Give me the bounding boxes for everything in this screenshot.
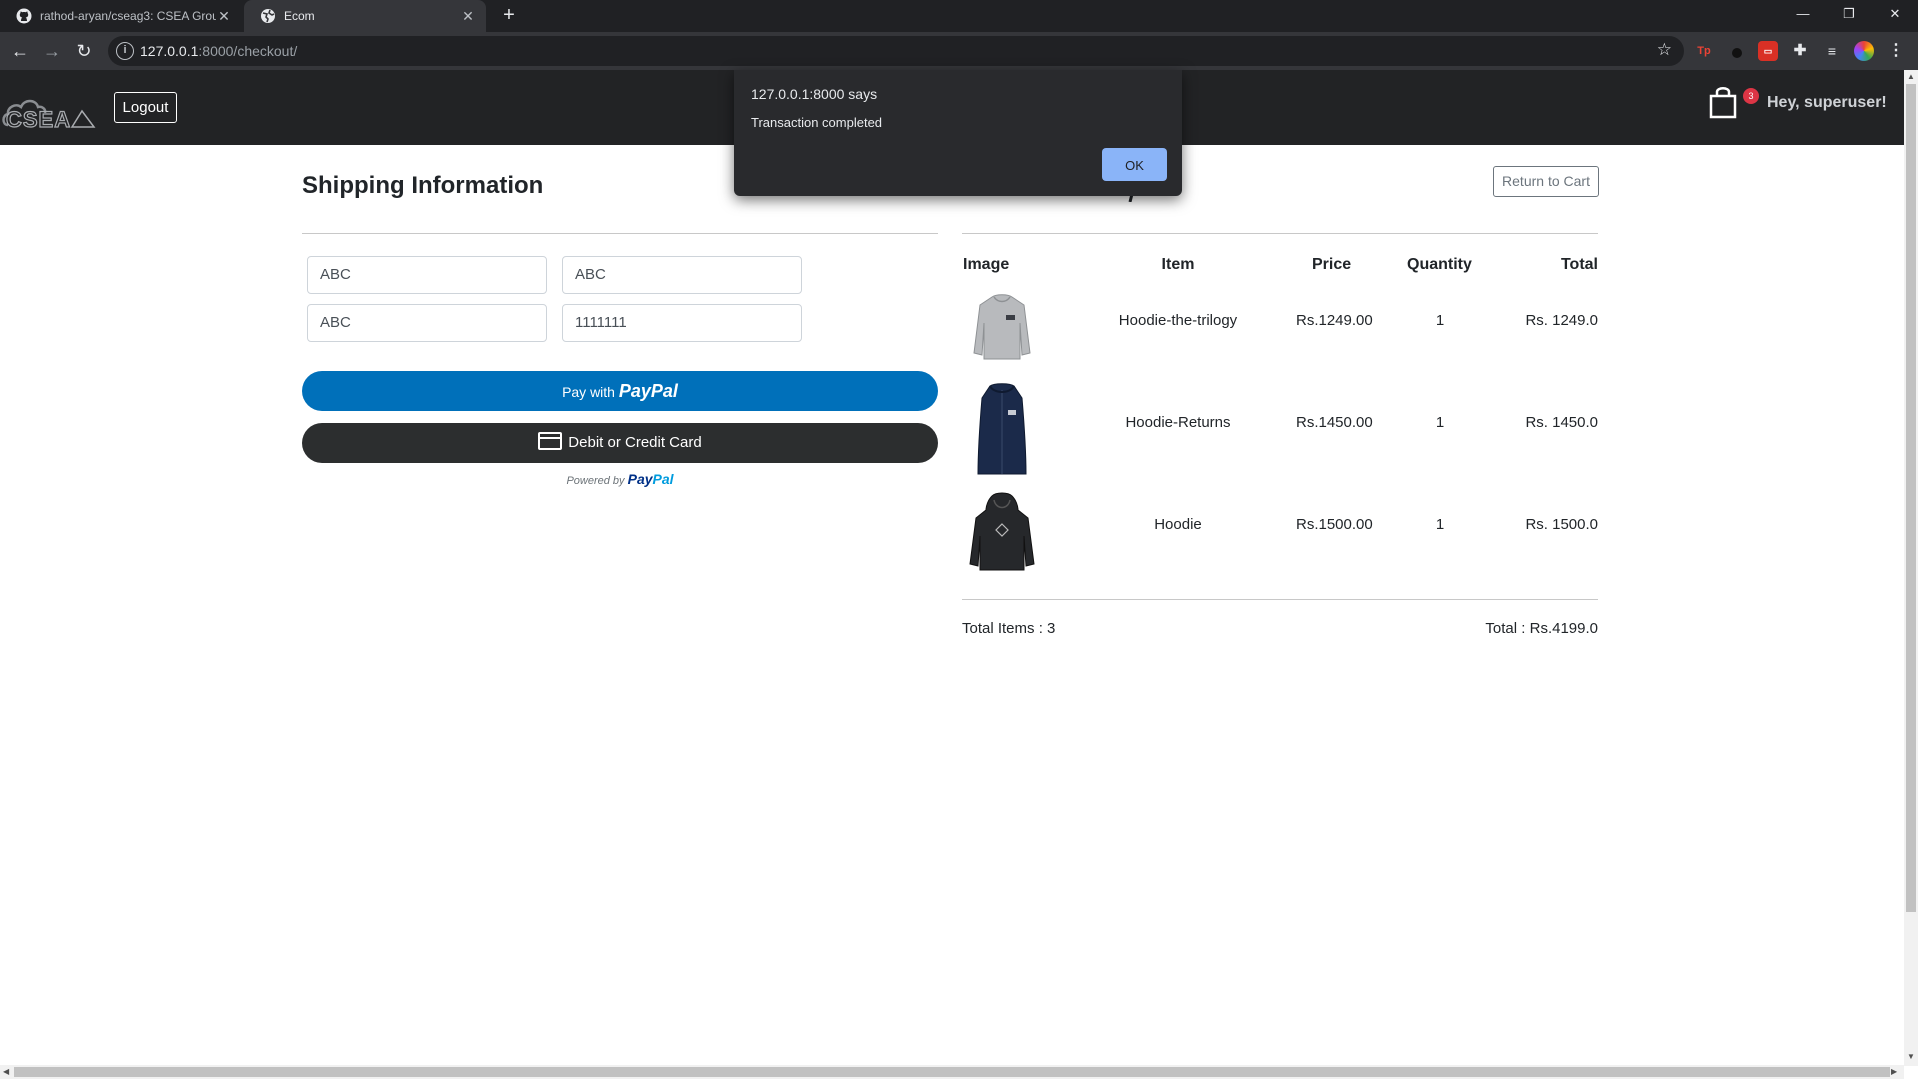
- scroll-up-arrow-icon[interactable]: ▲: [1907, 72, 1915, 81]
- item-quantity: 1: [1435, 516, 1445, 533]
- header-image: Image: [963, 256, 1010, 273]
- profile-avatar-icon[interactable]: [1854, 41, 1874, 61]
- extension-red-icon[interactable]: ▭: [1758, 41, 1778, 61]
- paypal-button-label: Pay with: [562, 384, 615, 400]
- scroll-right-arrow-icon[interactable]: ▶: [1891, 1067, 1897, 1076]
- item-quantity: 1: [1435, 414, 1445, 431]
- product-image-black-hoodie: [968, 492, 1036, 577]
- item-price: Rs.1500.00: [1296, 516, 1373, 533]
- tab-github[interactable]: rathod-aryan/cseag3: CSEA Grou ✕: [0, 0, 242, 32]
- divider: [302, 233, 938, 234]
- reading-list-icon[interactable]: ≡: [1822, 41, 1842, 61]
- product-image-navy-vest: [974, 382, 1030, 483]
- site-info-icon[interactable]: i: [116, 42, 134, 60]
- alert-dialog: 127.0.0.1:8000 says Transaction complete…: [734, 70, 1182, 196]
- browser-toolbar: ← → ↻ i 127.0.0.1:8000/checkout/ ☆ Tp ▭ …: [0, 32, 1918, 70]
- email-field[interactable]: ABC: [562, 256, 802, 294]
- item-name: Hoodie: [1154, 516, 1202, 533]
- url-path: :8000/checkout/: [198, 43, 298, 59]
- header-item: Item: [1161, 256, 1195, 273]
- cart-count-badge: 3: [1743, 88, 1759, 104]
- github-icon: [16, 8, 32, 24]
- item-price: Rs.1249.00: [1296, 312, 1373, 329]
- header-total: Total: [1560, 256, 1598, 273]
- card-button-label: Debit or Credit Card: [568, 434, 702, 451]
- close-icon[interactable]: ✕: [216, 8, 232, 25]
- total-items: Total Items : 3: [962, 620, 1056, 637]
- total-price: Total : Rs.4199.0: [1485, 620, 1598, 637]
- card-payment-button[interactable]: Debit or Credit Card: [302, 423, 938, 463]
- close-icon[interactable]: ✕: [460, 8, 476, 25]
- globe-icon: [260, 8, 276, 24]
- divider: [962, 233, 1598, 234]
- reload-icon[interactable]: ↻: [72, 39, 96, 63]
- extension-tp-icon[interactable]: Tp: [1694, 41, 1714, 61]
- minimize-icon[interactable]: —: [1780, 0, 1826, 28]
- svg-text:CSEA: CSEA: [6, 107, 71, 131]
- paypal-button[interactable]: Pay with PayPal: [302, 371, 938, 411]
- dialog-title: 127.0.0.1:8000 says: [751, 86, 878, 102]
- new-tab-button[interactable]: +: [497, 4, 521, 28]
- shipping-heading: Shipping Information: [302, 172, 544, 199]
- address-field[interactable]: ABC: [307, 304, 547, 342]
- extension-dark-icon[interactable]: [1726, 41, 1746, 61]
- paypal-logo-b: Pal: [652, 471, 674, 487]
- paypal-logo: PayPal: [618, 381, 678, 401]
- bookmark-star-icon[interactable]: ☆: [1657, 40, 1672, 60]
- name-field[interactable]: ABC: [307, 256, 547, 294]
- browser-tab-strip: rathod-aryan/cseag3: CSEA Grou ✕ Ecom ✕ …: [0, 0, 1918, 32]
- horizontal-scrollbar-thumb[interactable]: [14, 1067, 1890, 1077]
- cart-icon[interactable]: [1708, 85, 1738, 124]
- url-host: 127.0.0.1: [140, 43, 199, 59]
- window-close-icon[interactable]: ✕: [1872, 0, 1918, 28]
- csea-logo[interactable]: CSEA: [2, 87, 98, 136]
- header-quantity: Quantity: [1407, 256, 1472, 273]
- credit-card-icon: [538, 432, 563, 451]
- item-name: Hoodie-Returns: [1125, 414, 1231, 431]
- item-total: Rs. 1450.0: [1525, 414, 1598, 431]
- item-total: Rs. 1500.0: [1525, 516, 1598, 533]
- header-price: Price: [1312, 256, 1352, 273]
- item-name: Hoodie-the-trilogy: [1118, 312, 1238, 329]
- user-greeting: Hey, superuser!: [1767, 94, 1887, 111]
- powered-by-paypal: Powered by PayPal: [302, 471, 938, 487]
- logout-button[interactable]: Logout: [114, 92, 177, 123]
- back-icon[interactable]: ←: [8, 39, 32, 63]
- item-quantity: 1: [1435, 312, 1445, 329]
- powered-by-label: Powered by: [566, 475, 625, 487]
- return-to-cart-button[interactable]: Return to Cart: [1493, 166, 1599, 197]
- browser-menu-icon[interactable]: ⋮: [1886, 41, 1906, 61]
- extensions-puzzle-icon[interactable]: ✚: [1790, 41, 1810, 61]
- paypal-logo-a: Pay: [627, 471, 653, 487]
- divider: [962, 599, 1598, 600]
- scroll-down-arrow-icon[interactable]: ▼: [1907, 1052, 1915, 1061]
- url-text: 127.0.0.1:8000/checkout/: [140, 43, 297, 59]
- vertical-scrollbar-thumb[interactable]: [1906, 84, 1916, 912]
- item-price: Rs.1450.00: [1296, 414, 1373, 431]
- restore-icon[interactable]: ❐: [1826, 0, 1872, 28]
- scroll-left-arrow-icon[interactable]: ◀: [3, 1067, 9, 1076]
- item-total: Rs. 1249.0: [1525, 312, 1598, 329]
- tab-ecom[interactable]: Ecom ✕: [244, 0, 486, 32]
- address-bar[interactable]: i 127.0.0.1:8000/checkout/ ☆: [108, 36, 1684, 66]
- tab-title: rathod-aryan/cseag3: CSEA Grou: [40, 9, 216, 23]
- zipcode-field[interactable]: 1111111: [562, 304, 802, 342]
- product-image-grey-hoodie: [972, 293, 1032, 368]
- dialog-ok-button[interactable]: OK: [1102, 148, 1167, 181]
- forward-icon[interactable]: →: [40, 39, 64, 63]
- dialog-message: Transaction completed: [751, 115, 883, 130]
- tab-title: Ecom: [284, 9, 315, 23]
